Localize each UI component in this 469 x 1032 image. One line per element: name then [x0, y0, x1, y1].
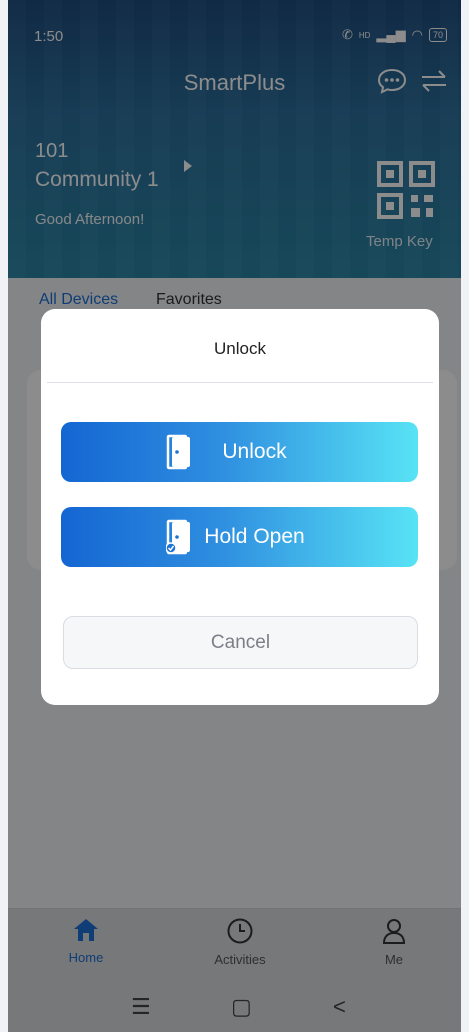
door-icon: [166, 434, 190, 470]
hold-open-button[interactable]: Hold Open: [61, 507, 418, 567]
cancel-button[interactable]: Cancel: [63, 616, 418, 669]
unlock-button-label: Unlock: [222, 440, 287, 463]
door-hold-icon: [166, 519, 190, 555]
unlock-dialog: Unlock Unlock Hold Open Cancel: [41, 309, 439, 705]
dialog-title: Unlock: [214, 339, 266, 358]
hold-open-button-label: Hold Open: [204, 525, 305, 548]
dialog-divider: [47, 382, 433, 383]
app-screen: 1:50 ✆ HD ▂▄▆ ◠ 70 SmartPlus 101 Communi…: [0, 0, 469, 1032]
unlock-button[interactable]: Unlock: [61, 422, 418, 482]
